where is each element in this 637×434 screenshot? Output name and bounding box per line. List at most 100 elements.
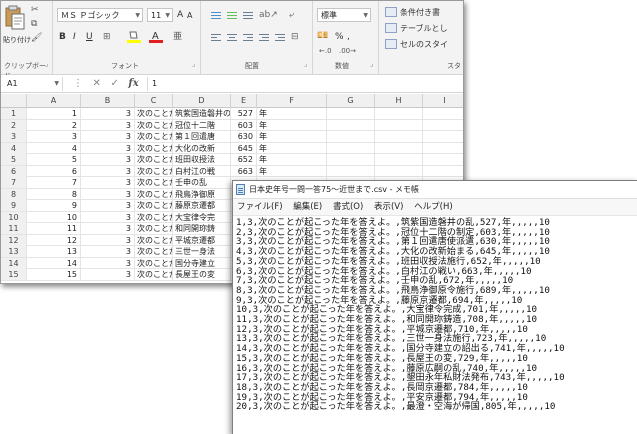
clipboard-launcher-icon[interactable]: ⌟ — [45, 60, 48, 68]
conditional-formatting-button[interactable]: 条件付き書 — [385, 7, 440, 18]
cell-e[interactable]: 645 — [231, 142, 257, 154]
cell-a[interactable]: 3 — [27, 131, 81, 142]
cell-a[interactable]: 1 — [27, 108, 81, 119]
cell-i[interactable] — [423, 120, 463, 131]
cell-h[interactable] — [375, 131, 423, 142]
cell-b[interactable]: 3 — [81, 119, 135, 131]
cell-b[interactable]: 3 — [81, 154, 135, 165]
cell-e[interactable]: 603 — [231, 119, 257, 131]
cell-f[interactable]: 年 — [257, 142, 327, 154]
cell-a[interactable]: 8 — [27, 188, 81, 200]
column-header-g[interactable]: G — [327, 94, 375, 108]
row-header[interactable]: 15 — [1, 269, 27, 280]
cell-b[interactable]: 3 — [81, 200, 135, 211]
cell-i[interactable] — [423, 166, 463, 177]
cell-a[interactable]: 6 — [27, 165, 81, 177]
align-right-icon[interactable] — [241, 32, 255, 44]
cell-c[interactable]: 次のことが — [135, 188, 173, 200]
row-header[interactable]: 11 — [1, 223, 27, 234]
cell-c[interactable]: 次のことが — [135, 234, 173, 246]
cell-g[interactable] — [327, 119, 375, 131]
cell-d[interactable]: 飛鳥浄御原 — [173, 188, 231, 200]
cell-c[interactable]: 次のことが — [135, 269, 173, 280]
menu-edit[interactable]: 編集(E) — [293, 202, 322, 212]
cell-g[interactable] — [327, 165, 375, 177]
cell-d[interactable]: 白村江の戦 — [173, 165, 231, 177]
cell-c[interactable]: 次のことが — [135, 119, 173, 131]
cell-f[interactable]: 年 — [257, 119, 327, 131]
cell-e[interactable]: 652 — [231, 154, 257, 165]
column-header-b[interactable]: B — [81, 94, 135, 108]
cell-b[interactable]: 3 — [81, 269, 135, 280]
format-painter-icon[interactable]: 🖌 — [31, 33, 42, 43]
menu-file[interactable]: ファイル(F) — [237, 202, 283, 212]
shrink-font-button[interactable]: A — [187, 10, 192, 22]
cell-c[interactable]: 次のことが — [135, 223, 173, 234]
cell-b[interactable]: 3 — [81, 223, 135, 234]
paste-icon[interactable] — [5, 5, 25, 31]
cell-c[interactable]: 次のことが — [135, 108, 173, 119]
underline-button[interactable]: U — [86, 31, 93, 43]
cell-b[interactable]: 3 — [81, 188, 135, 200]
cell-c[interactable]: 次のことが — [135, 154, 173, 165]
align-left-icon[interactable] — [209, 32, 223, 44]
cell-i[interactable] — [423, 131, 463, 142]
menu-format[interactable]: 書式(O) — [333, 202, 363, 212]
row-header[interactable]: 6 — [1, 165, 27, 177]
column-header-e[interactable]: E — [231, 94, 257, 108]
row-header[interactable]: 3 — [1, 131, 27, 142]
cell-b[interactable]: 3 — [81, 234, 135, 246]
font-size-select[interactable]: 11 ▼ — [147, 8, 173, 22]
decrease-indent-icon[interactable] — [257, 32, 271, 44]
font-color-icon[interactable]: A — [149, 30, 163, 47]
cell-b[interactable]: 3 — [81, 246, 135, 257]
row-header[interactable]: 13 — [1, 246, 27, 257]
cell-g[interactable] — [327, 108, 375, 119]
cell-d[interactable]: 大化の改新 — [173, 142, 231, 154]
cell-d[interactable]: 藤原京遷都 — [173, 200, 231, 211]
cell-d[interactable]: 平城京遷都 — [173, 234, 231, 246]
cell-d[interactable]: 和同開珎鋳 — [173, 223, 231, 234]
name-box[interactable]: A1 ▼ — [3, 77, 63, 91]
cell-a[interactable]: 12 — [27, 234, 81, 246]
cell-c[interactable]: 次のことが — [135, 257, 173, 269]
cell-i[interactable] — [423, 154, 463, 165]
cell-b[interactable]: 3 — [81, 108, 135, 119]
number-launcher-icon[interactable]: ⌟ — [370, 60, 373, 68]
row-header[interactable]: 14 — [1, 257, 27, 269]
column-header-h[interactable]: H — [375, 94, 423, 108]
cell-i[interactable] — [423, 143, 463, 154]
cell-d[interactable]: 第１回遣唐 — [173, 131, 231, 142]
cell-c[interactable]: 次のことが — [135, 246, 173, 257]
cell-a[interactable]: 5 — [27, 154, 81, 165]
wrap-text-icon[interactable]: ⤶ — [289, 9, 294, 21]
row-header[interactable]: 12 — [1, 234, 27, 246]
cut-icon[interactable]: ✂ — [31, 5, 39, 15]
cell-a[interactable]: 14 — [27, 257, 81, 269]
cell-c[interactable]: 次のことが — [135, 211, 173, 223]
select-all-corner[interactable] — [1, 94, 27, 108]
cell-h[interactable] — [375, 108, 423, 119]
cell-c[interactable]: 次のことが — [135, 165, 173, 177]
cell-h[interactable] — [375, 119, 423, 131]
bold-button[interactable]: B — [59, 31, 66, 43]
cell-i[interactable] — [423, 108, 463, 119]
row-header[interactable]: 4 — [1, 142, 27, 154]
column-header-i[interactable]: I — [423, 94, 463, 108]
cell-h[interactable] — [375, 142, 423, 154]
align-bottom-icon[interactable] — [241, 10, 255, 22]
cell-d[interactable]: 冠位十二階 — [173, 119, 231, 131]
menu-help[interactable]: ヘルプ(H) — [414, 202, 453, 212]
cell-b[interactable]: 3 — [81, 165, 135, 177]
cell-b[interactable]: 3 — [81, 142, 135, 154]
percent-button[interactable]: % — [335, 31, 344, 43]
row-header[interactable]: 7 — [1, 177, 27, 188]
decrease-decimal-icon[interactable]: .00→ — [339, 45, 356, 57]
cell-d[interactable]: 壬申の乱 — [173, 177, 231, 188]
row-header[interactable]: 5 — [1, 154, 27, 165]
text-editor[interactable]: 1,3,次のことが起こった年を答えよ。,筑紫国造磐井の乱,527,年,,,,,1… — [233, 216, 637, 412]
format-as-table-button[interactable]: テーブルとし — [385, 23, 448, 34]
cell-b[interactable]: 3 — [81, 177, 135, 188]
cell-b[interactable]: 3 — [81, 211, 135, 223]
cell-c[interactable]: 次のことが — [135, 177, 173, 188]
